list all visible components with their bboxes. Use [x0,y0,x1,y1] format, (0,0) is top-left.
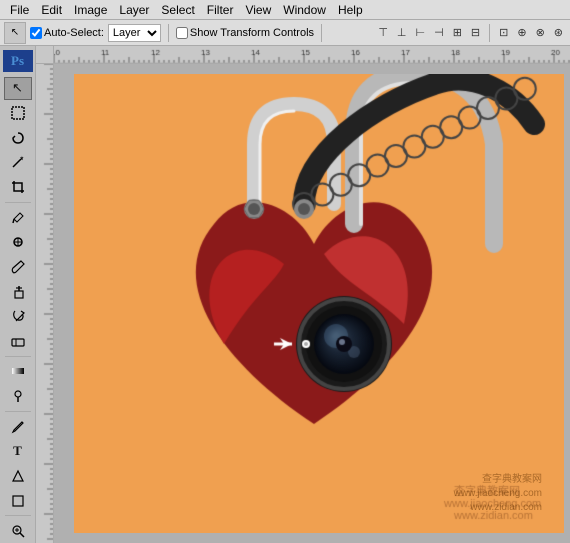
align-icons: ⊤ ⊥ ⊢ ⊣ ⊞ ⊟ ⊡ ⊕ ⊗ ⊛ [375,24,566,42]
separator3 [489,24,490,42]
tool-pen[interactable] [4,415,32,439]
tool-dodge[interactable] [4,384,32,408]
show-transform-checkbox[interactable] [176,27,188,39]
menu-bar: File Edit Image Layer Select Filter View… [0,0,570,20]
ruler-corner [36,46,54,64]
menu-edit[interactable]: Edit [35,0,68,19]
canvas-area: 查字典教案网 www.jiaocheng.com www.zidian.com [54,64,570,543]
ps-logo: Ps [3,50,33,72]
align-left-icon[interactable]: ⊣ [431,25,447,40]
tool-divider2 [5,356,31,357]
dist-top-icon[interactable]: ⊡ [496,25,511,40]
separator2 [321,24,322,42]
tool-divider1 [5,202,31,203]
tool-zoom[interactable] [4,519,32,543]
align-bottom-icon[interactable]: ⊢ [413,25,429,40]
tool-rectangular-marquee[interactable] [4,101,32,125]
tool-brush[interactable] [4,255,32,279]
align-hcenter-icon[interactable]: ⊞ [450,25,465,40]
tool-divider3 [5,411,31,412]
dist-vcenter-icon[interactable]: ⊕ [514,25,529,40]
align-vcenter-icon[interactable]: ⊥ [394,25,410,40]
tool-eyedropper[interactable] [4,206,32,230]
tool-type[interactable]: T [4,440,32,464]
canvas-document[interactable] [74,74,550,523]
tool-eraser[interactable] [4,329,32,353]
tool-divider4 [5,515,31,516]
tool-clone-stamp[interactable] [4,280,32,304]
horizontal-ruler [54,46,570,64]
tool-lasso[interactable] [4,126,32,150]
tool-move[interactable]: ↖ [4,77,32,101]
move-icon: ↖ [11,27,19,38]
menu-file[interactable]: File [4,0,35,19]
auto-select-checkbox[interactable] [30,27,42,39]
vertical-ruler [36,64,54,543]
tool-crop[interactable] [4,175,32,199]
move-tool-options[interactable]: ↖ [4,22,26,44]
tool-path-selection[interactable] [4,464,32,488]
align-top-icon[interactable]: ⊤ [375,25,391,40]
tool-gradient[interactable] [4,360,32,384]
tool-history-brush[interactable] [4,304,32,328]
options-bar: ↖ Auto-Select: Layer Group Show Transfor… [0,20,570,46]
align-right-icon[interactable]: ⊟ [468,25,483,40]
separator [168,24,169,42]
dist-left-icon[interactable]: ⊛ [551,25,566,40]
tool-healing-brush[interactable] [4,230,32,254]
auto-select-label: Auto-Select: [30,27,104,39]
tool-shape[interactable] [4,489,32,513]
menu-layer[interactable]: Layer [113,0,155,19]
menu-window[interactable]: Window [277,0,332,19]
layer-mode-select[interactable]: Layer Group [108,24,161,42]
dist-bottom-icon[interactable]: ⊗ [533,25,548,40]
menu-view[interactable]: View [239,0,277,19]
menu-help[interactable]: Help [332,0,369,19]
menu-filter[interactable]: Filter [201,0,240,19]
menu-image[interactable]: Image [68,0,113,19]
toolbox: Ps ↖ T [0,46,36,543]
tool-magic-wand[interactable] [4,151,32,175]
menu-select[interactable]: Select [155,0,200,19]
show-transform-label: Show Transform Controls [176,27,314,39]
